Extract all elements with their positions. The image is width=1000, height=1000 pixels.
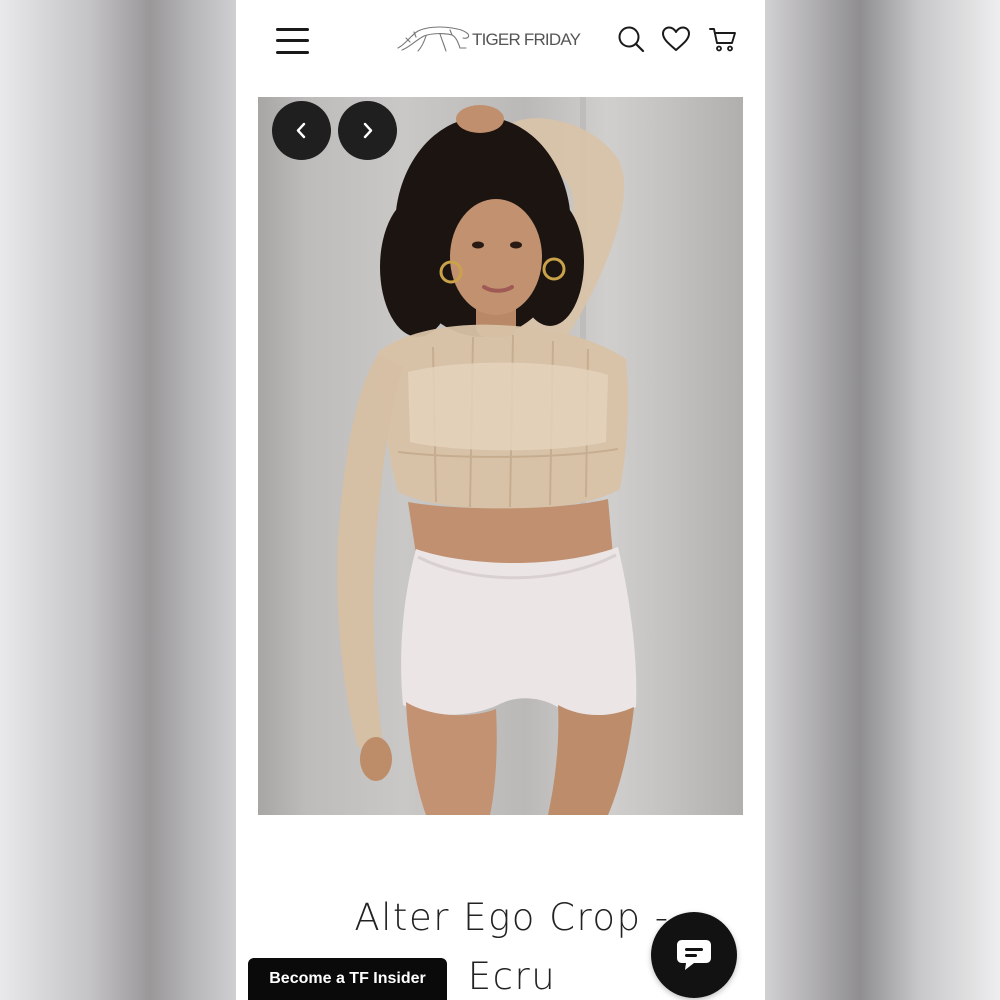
mobile-page: TIGER FRIDAY Alter Ego Crop - Ecru Becom… [236,0,765,1000]
brand-logo[interactable]: TIGER FRIDAY [396,20,581,56]
become-insider-button[interactable]: Become a TF Insider [248,958,447,1000]
chevron-left-icon [296,122,306,139]
shopping-cart-icon[interactable] [708,24,738,54]
product-title-line1: Alter Ego Crop - [354,896,670,939]
gallery-next-button[interactable] [338,101,397,160]
chat-launcher-button[interactable] [651,912,737,998]
product-image[interactable] [258,97,743,815]
tiger-logo-icon [397,26,470,52]
chevron-right-icon [363,122,373,139]
search-icon[interactable] [616,24,646,54]
model-illustration [337,97,637,815]
brand-name: TIGER FRIDAY [472,30,581,49]
gallery-prev-button[interactable] [272,101,331,160]
chat-bubble-icon [677,940,711,970]
hamburger-menu-icon[interactable] [276,27,310,55]
heart-icon[interactable] [661,24,691,54]
